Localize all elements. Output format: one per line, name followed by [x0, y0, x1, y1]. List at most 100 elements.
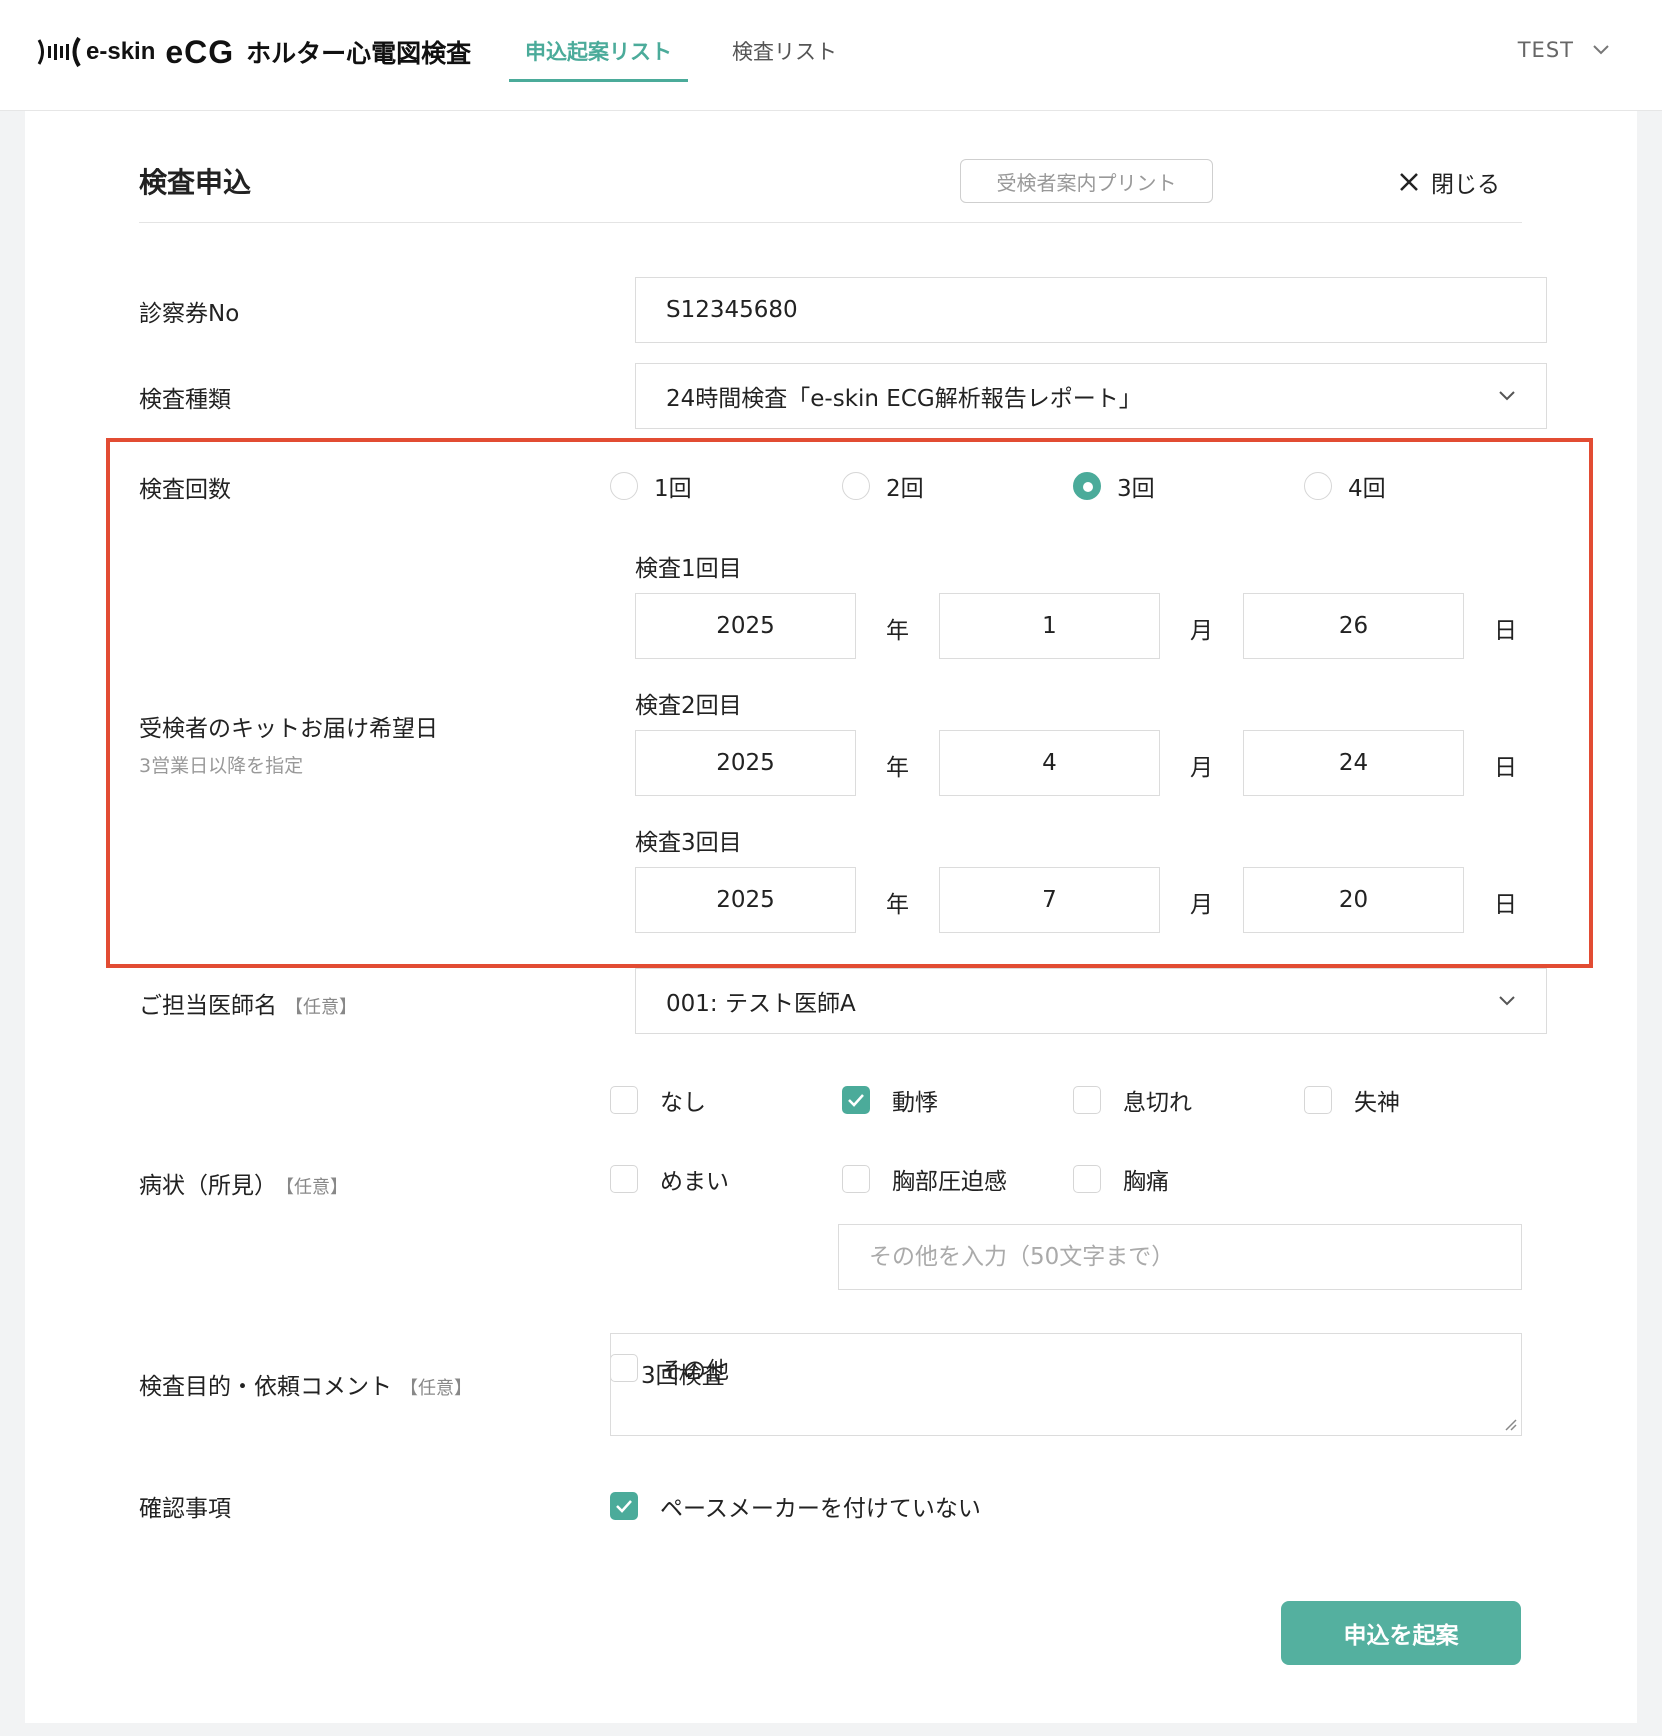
checkbox [842, 1165, 870, 1193]
symptom-dizziness-checkbox[interactable]: めまい [610, 1162, 729, 1196]
exam-2-month-input[interactable]: 4 [939, 730, 1160, 796]
chevron-down-icon [1593, 45, 1609, 55]
confirm-label: 確認事項 [139, 1496, 231, 1522]
checkbox-checked [610, 1492, 638, 1520]
top-header: e-skin eCG ホルター心電図検査 申込起案リスト 検査リスト TEST [0, 0, 1662, 111]
exam-3-year-input[interactable]: 2025 [635, 867, 856, 933]
exam-type-value: 24時間検査「e-skin ECG解析報告レポート」 [666, 386, 1142, 412]
month-unit: 月 [1190, 755, 1213, 781]
submit-application-button[interactable]: 申込を起案 [1281, 1601, 1521, 1665]
exam-1-label: 検査1回目 [635, 556, 742, 582]
day-unit: 日 [1494, 755, 1517, 781]
page-title: 検査申込 [139, 166, 252, 199]
app-logo[interactable]: e-skin eCG ホルター心電図検査 [36, 30, 471, 74]
doctor-label: ご担当医師名 【任意】 [139, 986, 357, 1020]
exam-3-day-input[interactable]: 20 [1243, 867, 1464, 933]
tab-exam-list[interactable]: 検査リスト [716, 30, 853, 82]
radio-label: 4回 [1348, 476, 1386, 502]
checkbox-label: 動悸 [892, 1090, 938, 1116]
month-value: 1 [1042, 613, 1057, 639]
exam-type-label: 検査種類 [139, 387, 231, 413]
symptom-chest-pressure-checkbox[interactable]: 胸部圧迫感 [842, 1162, 1007, 1196]
radio-circle [1304, 472, 1332, 500]
checkbox-label: 息切れ [1123, 1090, 1192, 1116]
year-unit: 年 [886, 892, 909, 918]
month-value: 7 [1042, 887, 1057, 913]
exam-1-day-input[interactable]: 26 [1243, 593, 1464, 659]
radio-label: 3回 [1117, 476, 1155, 502]
checkbox [1073, 1086, 1101, 1114]
close-button[interactable]: 閉じる [1399, 165, 1500, 199]
checkbox-label: なし [660, 1090, 706, 1116]
exam-2-year-input[interactable]: 2025 [635, 730, 856, 796]
doctor-select[interactable]: 001: テスト医師A [635, 968, 1547, 1034]
exam-count-label: 検査回数 [139, 477, 231, 503]
optional-tag: 【任意】 [285, 997, 357, 1018]
day-value: 26 [1338, 613, 1369, 639]
patient-no-input[interactable]: S12345680 [635, 277, 1547, 343]
radio-count-1[interactable]: 1回 [610, 469, 692, 503]
exam-3-label: 検査3回目 [635, 830, 742, 856]
check-icon [616, 1500, 632, 1513]
checkbox [1073, 1165, 1101, 1193]
exam-2-day-input[interactable]: 24 [1243, 730, 1464, 796]
symptom-none-checkbox[interactable]: なし [610, 1083, 706, 1117]
year-value: 2025 [716, 613, 775, 639]
day-value: 24 [1338, 750, 1369, 776]
chevron-down-icon [1499, 996, 1515, 1006]
application-form-card: 検査申込 受検者案内プリント 閉じる 診察券No S12345680 検査種類 … [25, 111, 1637, 1723]
user-name: TEST [1517, 38, 1574, 62]
radio-count-2[interactable]: 2回 [842, 469, 924, 503]
symptom-other-input[interactable] [838, 1224, 1522, 1290]
symptoms-label-text: 病状（所見） [139, 1173, 277, 1199]
month-value: 4 [1042, 750, 1057, 776]
exam-3-month-input[interactable]: 7 [939, 867, 1160, 933]
checkbox-label: ペースメーカーを付けていない [660, 1496, 981, 1522]
brand-big: eCG [165, 33, 235, 70]
app-title: ホルター心電図検査 [246, 39, 472, 68]
checkbox-checked [842, 1086, 870, 1114]
radio-count-4[interactable]: 4回 [1304, 469, 1386, 503]
exam-2-label: 検査2回目 [635, 693, 742, 719]
user-menu[interactable]: TEST [1518, 38, 1610, 62]
month-unit: 月 [1190, 892, 1213, 918]
checkbox [610, 1086, 638, 1114]
purpose-label: 検査目的・依頼コメント 【任意】 [139, 1367, 472, 1401]
day-unit: 日 [1494, 618, 1517, 644]
checkbox-label: 胸部圧迫感 [892, 1169, 1007, 1195]
exam-1-month-input[interactable]: 1 [939, 593, 1160, 659]
symptoms-label: 病状（所見） 【任意】 [139, 1166, 348, 1200]
ecg-wave-icon [37, 36, 81, 68]
exam-type-select[interactable]: 24時間検査「e-skin ECG解析報告レポート」 [635, 363, 1547, 429]
symptom-palpitation-checkbox[interactable]: 動悸 [842, 1083, 938, 1117]
checkbox-label: 胸痛 [1123, 1169, 1169, 1195]
check-icon [848, 1094, 864, 1107]
month-unit: 月 [1190, 618, 1213, 644]
resize-handle-icon[interactable] [1503, 1417, 1517, 1431]
purpose-textarea[interactable]: 3回検査 [610, 1333, 1522, 1436]
checkbox-label: 失神 [1354, 1090, 1400, 1116]
radio-circle [610, 472, 638, 500]
day-value: 20 [1338, 887, 1369, 913]
radio-label: 2回 [886, 476, 924, 502]
close-label: 閉じる [1431, 172, 1500, 198]
symptom-syncope-checkbox[interactable]: 失神 [1304, 1083, 1400, 1117]
exam-1-year-input[interactable]: 2025 [635, 593, 856, 659]
print-guide-button[interactable]: 受検者案内プリント [960, 159, 1213, 203]
symptom-breathless-checkbox[interactable]: 息切れ [1073, 1083, 1192, 1117]
title-divider [139, 222, 1522, 223]
pacemaker-confirm-checkbox[interactable]: ペースメーカーを付けていない [610, 1489, 981, 1523]
year-unit: 年 [886, 755, 909, 781]
year-unit: 年 [886, 618, 909, 644]
radio-count-3[interactable]: 3回 [1073, 469, 1155, 503]
brand-small: e-skin [86, 38, 156, 65]
year-value: 2025 [716, 887, 775, 913]
patient-no-label: 診察券No [139, 301, 240, 327]
symptom-chest-pain-checkbox[interactable]: 胸痛 [1073, 1162, 1169, 1196]
tab-application-list[interactable]: 申込起案リスト [509, 30, 688, 82]
optional-tag: 【任意】 [400, 1378, 472, 1399]
patient-no-value: S12345680 [666, 297, 798, 323]
close-icon [1400, 173, 1418, 191]
radio-label: 1回 [654, 476, 692, 502]
delivery-date-label: 受検者のキットお届け希望日 [139, 716, 438, 742]
